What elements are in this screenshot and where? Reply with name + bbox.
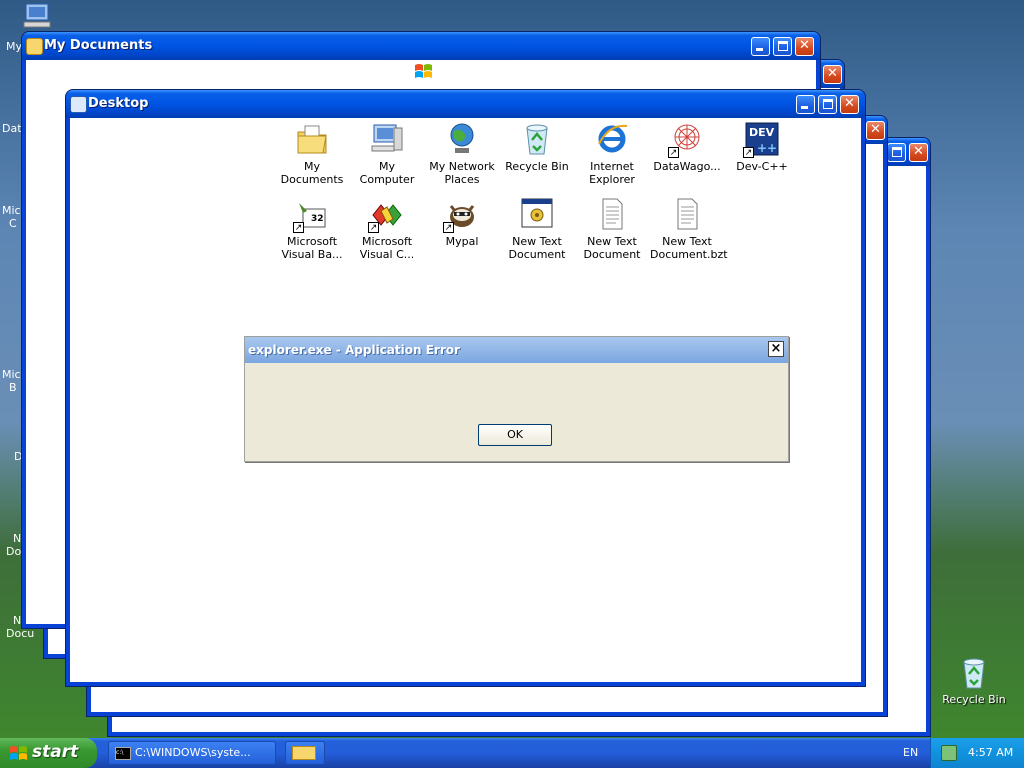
taskbar-item-label: C:\WINDOWS\syste...: [135, 746, 251, 759]
system-tray: 4:57 AM: [930, 738, 1024, 768]
desktop-item[interactable]: ↗ Microsoft Visual C...: [350, 197, 424, 261]
taskbar: start c:\ C:\WINDOWS\syste... EN 4:57 AM: [0, 738, 1024, 768]
my-computer-icon: [23, 3, 51, 28]
desktop-item[interactable]: My Computer: [350, 122, 424, 186]
recycle-bin-icon: [963, 658, 985, 689]
command-prompt-icon: c:\: [115, 746, 131, 760]
desktop-item[interactable]: My Documents: [275, 122, 349, 186]
close-button[interactable]: ✕: [840, 95, 859, 114]
my-network-places-icon: [445, 122, 479, 156]
network-icon[interactable]: [941, 745, 957, 761]
maximize-button[interactable]: [773, 37, 792, 56]
text-document-icon: [595, 197, 629, 231]
desktop-item[interactable]: Internet Explorer: [575, 122, 649, 186]
text-document-icon: [670, 197, 704, 231]
shortcut-arrow-icon: ↗: [368, 222, 379, 233]
window-title: Desktop: [88, 96, 149, 111]
shortcut-arrow-icon: ↗: [293, 222, 304, 233]
windows-logo-icon: [415, 64, 432, 78]
language-indicator[interactable]: EN: [903, 746, 918, 759]
svg-text:32: 32: [311, 214, 324, 224]
start-button[interactable]: start: [0, 738, 97, 768]
desktop-item[interactable]: My Network Places: [425, 122, 499, 186]
dialog-title-bar[interactable]: explorer.exe - Application Error ×: [245, 337, 788, 363]
my-computer-icon: [370, 122, 404, 156]
ok-button[interactable]: OK: [478, 424, 552, 446]
desktop-icon-recycle-bin[interactable]: Recycle Bin: [940, 656, 1008, 706]
desktop-item[interactable]: New Text Document: [575, 197, 649, 261]
desktop-item[interactable]: Recycle Bin: [500, 122, 574, 173]
visual-basic-icon: 32 ↗: [293, 197, 329, 233]
svg-text:++: ++: [757, 141, 777, 155]
folder-icon: [26, 38, 43, 55]
close-button[interactable]: ✕: [866, 121, 885, 140]
title-bar[interactable]: My Documents: [22, 32, 820, 60]
svg-text:DEV: DEV: [749, 126, 775, 139]
shortcut-arrow-icon: ↗: [668, 147, 679, 158]
minimize-button[interactable]: [796, 95, 815, 114]
maximize-button[interactable]: [818, 95, 837, 114]
taskbar-item-folder[interactable]: [285, 741, 325, 765]
mypal-icon: ↗: [443, 197, 479, 233]
dialog-close-button[interactable]: ×: [768, 341, 784, 357]
close-button[interactable]: ✕: [795, 37, 814, 56]
desktop-icon-my-computer[interactable]: [22, 2, 56, 32]
datawago-icon: ↗: [668, 122, 704, 158]
shortcut-arrow-icon: ↗: [443, 222, 454, 233]
minimize-button[interactable]: [751, 37, 770, 56]
maximize-button[interactable]: [887, 143, 906, 162]
my-documents-icon: [295, 122, 329, 156]
desktop-icon: [70, 96, 87, 113]
desktop-item[interactable]: ↗ Mypal: [425, 197, 499, 248]
window-title: My Documents: [44, 38, 153, 53]
desktop-label-partial: My: [6, 40, 23, 53]
dev-cpp-icon: DEV ++ ↗: [743, 122, 779, 158]
desktop-item[interactable]: ↗ DataWago...: [650, 122, 724, 173]
recycle-bin-icon: [520, 122, 554, 156]
error-dialog[interactable]: explorer.exe - Application Error × OK: [244, 336, 789, 462]
windows-logo-icon: [10, 746, 27, 760]
visual-c-icon: ↗: [368, 197, 404, 233]
start-label: start: [32, 742, 79, 762]
shortcut-arrow-icon: ↗: [743, 147, 754, 158]
taskbar-item-cmd[interactable]: c:\ C:\WINDOWS\syste...: [108, 741, 276, 765]
dialog-title: explorer.exe - Application Error: [248, 343, 460, 357]
desktop-label: Recycle Bin: [942, 693, 1006, 706]
desktop-item[interactable]: New Text Document.bzt: [650, 197, 728, 261]
close-button[interactable]: ✕: [823, 65, 842, 84]
close-button[interactable]: ✕: [909, 143, 928, 162]
desktop-item[interactable]: 32 ↗ Microsoft Visual Ba...: [275, 197, 349, 261]
folder-icon: [292, 746, 316, 760]
clock[interactable]: 4:57 AM: [968, 746, 1013, 759]
application-icon: [520, 197, 554, 231]
internet-explorer-icon: [595, 122, 629, 156]
desktop-item[interactable]: New Text Document: [500, 197, 574, 261]
title-bar[interactable]: Desktop: [66, 90, 865, 118]
desktop-item[interactable]: DEV ++ ↗ Dev-C++: [725, 122, 799, 173]
